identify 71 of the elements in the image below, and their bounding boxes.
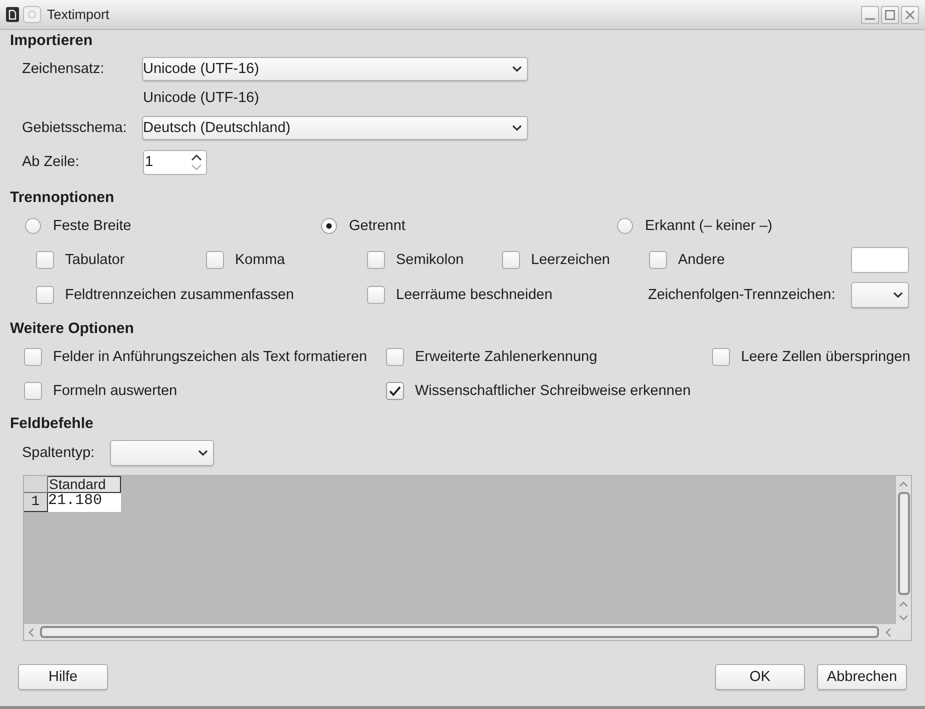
scrollbar-thumb[interactable] (898, 492, 910, 595)
checkbox[interactable] (367, 251, 385, 269)
checkbox[interactable] (386, 348, 404, 366)
chevron-left-icon[interactable] (885, 628, 891, 636)
dropdown[interactable] (110, 440, 214, 466)
radio-label[interactable]: Feste Breite (53, 217, 132, 235)
checkbox[interactable] (206, 251, 224, 269)
checkbox-label[interactable]: Semikolon (396, 251, 464, 269)
charset-info: Unicode (UTF-16) (143, 89, 260, 107)
checkbox-label[interactable]: Leere Zellen überspringen (741, 348, 910, 366)
chevron-down-icon (512, 125, 522, 131)
checkbox[interactable] (649, 251, 667, 269)
checkbox[interactable] (502, 251, 520, 269)
checkbox-label[interactable]: Tabulator (65, 251, 125, 269)
dropdown[interactable]: Deutsch (Deutschland) (142, 116, 528, 140)
dropdown[interactable]: Unicode (UTF-16) (142, 57, 528, 81)
checkbox[interactable] (24, 382, 42, 400)
checkbox-label[interactable]: Andere (678, 251, 725, 269)
checkbox-label[interactable]: Leerzeichen (531, 251, 610, 269)
checkbox[interactable] (367, 286, 385, 304)
chevron-left-icon[interactable] (28, 628, 34, 636)
chevron-up-icon[interactable] (191, 154, 202, 160)
checkbox-label[interactable]: Felder in Anführungszeichen als Text formatieren (53, 348, 368, 366)
input-field[interactable] (851, 247, 909, 273)
column-header[interactable]: Standard (48, 476, 121, 493)
radio-label[interactable]: Erkannt (– keiner –) (645, 217, 772, 235)
maximize-button[interactable] (881, 6, 899, 24)
row-header: 1 (24, 493, 48, 512)
scrollbar-thumb[interactable] (40, 626, 879, 638)
checkbox[interactable] (36, 286, 54, 304)
dropdown[interactable] (851, 282, 909, 308)
checkbox[interactable] (24, 348, 42, 366)
help-button[interactable]: Hilfe (18, 664, 108, 690)
chevron-down-icon (198, 450, 208, 456)
radio-button[interactable] (25, 218, 41, 234)
checkbox-label[interactable]: Feldtrennzeichen zusammenfassen (65, 286, 294, 304)
window-title: Textimport (47, 6, 110, 24)
checkbox-label[interactable]: Erweiterte Zahlenerkennung (415, 348, 598, 366)
field-label: Spaltentyp: (22, 444, 96, 462)
section-heading: Feldbefehle (10, 415, 94, 433)
field-label: Gebietsschema: (22, 119, 128, 137)
chevron-down-icon (512, 66, 522, 72)
document-icon[interactable] (6, 7, 19, 22)
field-label: Zeichensatz: (22, 60, 106, 78)
spin-field[interactable]: 1 (143, 150, 207, 174)
maximize-icon (885, 10, 895, 20)
checkbox-label[interactable]: Komma (235, 251, 285, 269)
checkbox[interactable] (386, 382, 404, 400)
field-label: Zeichenfolgen-Trennzeichen: (648, 286, 836, 304)
section-heading: Importieren (10, 32, 93, 50)
cancel-button[interactable]: Abbrechen (817, 664, 907, 690)
radio-button[interactable] (617, 218, 633, 234)
checkbox-label[interactable]: Formeln auswerten (53, 382, 178, 400)
checkmark-icon (389, 386, 401, 396)
radio-button[interactable] (321, 218, 337, 234)
close-button[interactable] (901, 6, 919, 24)
checkbox[interactable] (36, 251, 54, 269)
section-heading: Trennoptionen (10, 189, 114, 207)
checkbox-label[interactable]: Wissenschaftlicher Schreibweise erkennen (415, 382, 691, 400)
close-icon (905, 10, 915, 20)
table-cell: 21.180 (48, 493, 121, 512)
chevron-down-icon[interactable] (899, 615, 908, 621)
chevron-down-icon (893, 292, 903, 298)
minimize-button[interactable] (861, 6, 879, 24)
checkbox[interactable] (712, 348, 730, 366)
ok-button[interactable]: OK (715, 664, 805, 690)
radio-label[interactable]: Getrennt (349, 217, 406, 235)
minimize-icon (865, 18, 875, 20)
field-label: Ab Zeile: (22, 153, 80, 171)
section-heading: Weitere Optionen (10, 320, 134, 338)
checkbox-label[interactable]: Leerräume beschneiden (396, 286, 552, 304)
